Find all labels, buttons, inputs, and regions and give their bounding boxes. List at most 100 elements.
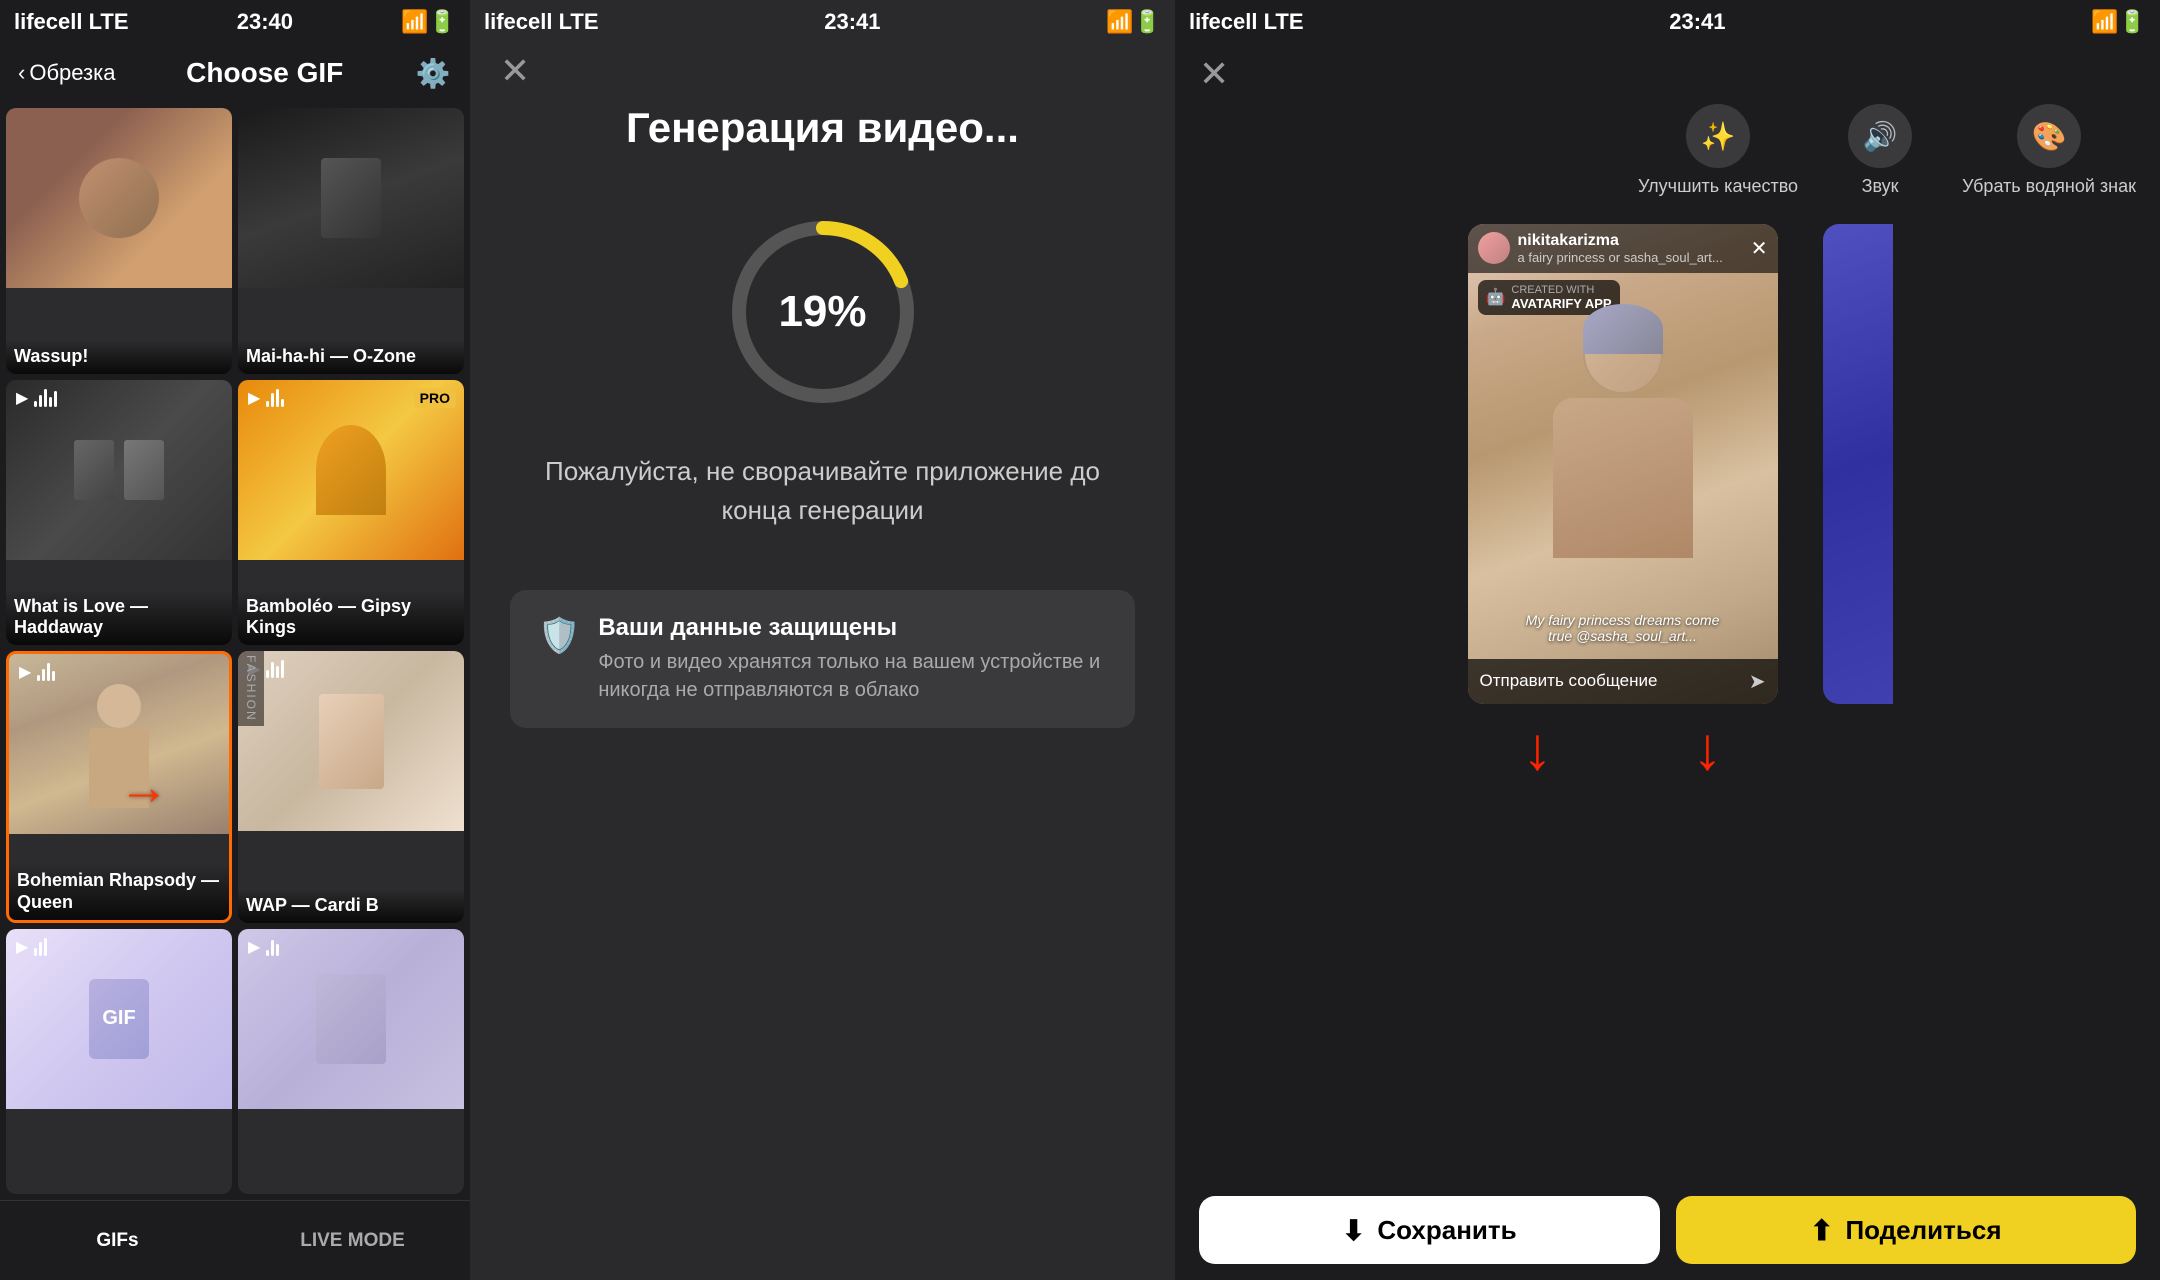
gif-label-bohemian: Bohemian Rhapsody — Queen bbox=[9, 864, 229, 919]
send-message-text: Отправить сообщение bbox=[1480, 671, 1658, 691]
carrier-1: lifecell LTE bbox=[14, 9, 129, 35]
sound-icon: 🔊 bbox=[1848, 104, 1912, 168]
video-top-overlay: nikitakarizma a fairy princess or sasha_… bbox=[1468, 224, 1778, 273]
carrier-2: lifecell LTE bbox=[484, 9, 599, 35]
username: nikitakarizma bbox=[1518, 232, 1723, 250]
video-card-partial bbox=[1823, 224, 1893, 704]
status-bar-3: lifecell LTE 23:41 📶🔋 bbox=[1175, 0, 2160, 44]
waveform-icon-6 bbox=[266, 938, 279, 956]
panel-generation: lifecell LTE 23:41 📶🔋 ✕ Генерация видео.… bbox=[470, 0, 1175, 1280]
gif-item-gifs[interactable]: GIF ▶ bbox=[6, 929, 232, 1195]
back-label: Обрезка bbox=[29, 60, 115, 86]
security-body: Фото и видео хранятся только на вашем ус… bbox=[598, 648, 1107, 704]
status-bar-1: lifecell LTE 23:40 📶🔋 bbox=[0, 0, 470, 44]
gif-label-maihahi: Mai-ha-hi — O-Zone bbox=[238, 340, 464, 374]
save-button[interactable]: ⬇ Сохранить bbox=[1199, 1196, 1660, 1264]
progress-percent: 19% bbox=[778, 287, 866, 337]
gif-item-livemode[interactable]: ▶ bbox=[238, 929, 464, 1195]
progress-ring: 19% bbox=[723, 212, 923, 412]
gif-item-whatlove[interactable]: ▶ What is Love — Haddaway bbox=[6, 380, 232, 646]
status-bar-2: lifecell LTE 23:41 📶🔋 bbox=[470, 0, 1175, 44]
security-card: 🛡️ Ваши данные защищены Фото и видео хра… bbox=[510, 590, 1135, 728]
panel-result: lifecell LTE 23:41 📶🔋 ✕ ✨ Улучшить качес… bbox=[1175, 0, 2160, 1280]
gif-thumb-wassup bbox=[6, 108, 232, 288]
bottom-action-bar: ⬇ Сохранить ⬆ Поделиться bbox=[1175, 1180, 2160, 1280]
save-icon: ⬇ bbox=[1342, 1214, 1365, 1247]
play-icon-gifs: ▶ bbox=[16, 937, 47, 957]
settings-button[interactable]: ⚙️ bbox=[414, 54, 452, 92]
battery-icons-1: 📶🔋 bbox=[401, 9, 456, 35]
close-button-2[interactable]: ✕ bbox=[500, 50, 530, 92]
video-card-main[interactable]: nikitakarizma a fairy princess or sasha_… bbox=[1468, 224, 1778, 704]
share-icon: ⬆ bbox=[1810, 1214, 1833, 1247]
tab-livemode[interactable]: LIVE MODE bbox=[235, 1201, 470, 1280]
gif-label-wap: WAP — Cardi B bbox=[238, 889, 464, 923]
security-text: Ваши данные защищены Фото и видео хранят… bbox=[598, 614, 1107, 704]
security-title: Ваши данные защищены bbox=[598, 614, 1107, 642]
username-subtitle: a fairy princess or sasha_soul_art... bbox=[1518, 250, 1723, 265]
bottom-tab-bar: GIFs LIVE MODE bbox=[0, 1200, 470, 1280]
play-icon-bohemian: ▶ bbox=[19, 662, 55, 682]
gif-label-whatlove: What is Love — Haddaway bbox=[6, 590, 232, 645]
gif-grid: Wassup! Mai-ha-hi — O-Zone bbox=[0, 102, 470, 1200]
video-text-overlay: My fairy princess dreams cometrue @sasha… bbox=[1478, 612, 1768, 644]
enhance-label: Улучшить качество bbox=[1638, 176, 1798, 198]
gif-item-bohemian[interactable]: ▶ → Bohemian Rhapsody — Queen bbox=[6, 651, 232, 923]
play-icon-bamboleo: ▶ bbox=[248, 388, 284, 408]
pro-badge: PRO bbox=[414, 388, 456, 408]
arrows-container: ↓ ↓ bbox=[1443, 714, 1803, 783]
waveform-icon-5 bbox=[34, 938, 47, 956]
shield-icon: 🛡️ bbox=[538, 616, 580, 656]
sound-button[interactable]: 🔊 Звук bbox=[1848, 104, 1912, 198]
fashion-badge-wap: FASHION bbox=[238, 651, 264, 726]
chevron-left-icon: ‹ bbox=[18, 60, 25, 86]
send-message-bar[interactable]: Отправить сообщение ➤ bbox=[1468, 659, 1778, 704]
gif-thumb-maihahi bbox=[238, 108, 464, 288]
video-content: nikitakarizma a fairy princess or sasha_… bbox=[1468, 224, 1778, 704]
play-icon-livemode: ▶ bbox=[248, 937, 279, 957]
share-button[interactable]: ⬆ Поделиться bbox=[1676, 1196, 2137, 1264]
video-user-info: nikitakarizma a fairy princess or sasha_… bbox=[1478, 232, 1723, 265]
carrier-3: lifecell LTE bbox=[1189, 9, 1304, 35]
close-button-3[interactable]: ✕ bbox=[1199, 53, 1229, 95]
action-buttons-row: ✨ Улучшить качество 🔊 Звук 🎨 Убрать водя… bbox=[1175, 104, 2160, 214]
time-3: 23:41 bbox=[1669, 9, 1725, 35]
gif-item-wap[interactable]: ▶ FASHION WAP — Cardi B bbox=[238, 651, 464, 923]
panel3-top-bar: ✕ bbox=[1175, 44, 2160, 104]
waveform-icon bbox=[34, 389, 57, 407]
arrow-left: ↓ bbox=[1523, 714, 1553, 783]
tab-gifs[interactable]: GIFs bbox=[0, 1201, 235, 1280]
generation-title: Генерация видео... bbox=[510, 104, 1135, 152]
back-button[interactable]: ‹ Обрезка bbox=[18, 60, 115, 86]
video-close-icon[interactable]: ✕ bbox=[1751, 236, 1768, 261]
page-title-1: Choose GIF bbox=[186, 57, 343, 89]
arrow-right: ↓ bbox=[1693, 714, 1723, 783]
gif-item-bamboleo[interactable]: ▶ PRO Bamboléo — Gipsy Kings bbox=[238, 380, 464, 646]
nav-bar-1: ‹ Обрезка Choose GIF ⚙️ bbox=[0, 44, 470, 102]
gif-item-wassup[interactable]: Wassup! bbox=[6, 108, 232, 374]
play-icon-whatlove: ▶ bbox=[16, 388, 57, 408]
gif-label-bamboleo: Bamboléo — Gipsy Kings bbox=[238, 590, 464, 645]
enhance-icon: ✨ bbox=[1686, 104, 1750, 168]
enhance-quality-button[interactable]: ✨ Улучшить качество bbox=[1638, 104, 1798, 198]
badge-line1: CREATED WITH bbox=[1511, 284, 1611, 296]
waveform-icon-4 bbox=[266, 660, 284, 678]
watermark-label: Убрать водяной знак bbox=[1962, 176, 2136, 198]
gif-item-maihahi[interactable]: Mai-ha-hi — O-Zone bbox=[238, 108, 464, 374]
send-icon: ➤ bbox=[1749, 669, 1766, 694]
battery-icons-2: 📶🔋 bbox=[1106, 9, 1161, 35]
video-preview-area: nikitakarizma a fairy princess or sasha_… bbox=[1175, 214, 2160, 1180]
avatarify-icon: 🤖 bbox=[1486, 287, 1506, 307]
generation-title-container: Генерация видео... bbox=[470, 104, 1175, 152]
panel-choose-gif: lifecell LTE 23:40 📶🔋 ‹ Обрезка Choose G… bbox=[0, 0, 470, 1280]
progress-message: Пожалуйста, не сворачивайте приложение д… bbox=[470, 452, 1175, 530]
waveform-icon-3 bbox=[37, 663, 55, 681]
save-label: Сохранить bbox=[1377, 1215, 1516, 1246]
remove-watermark-button[interactable]: 🎨 Убрать водяной знак bbox=[1962, 104, 2136, 198]
battery-icons-3: 📶🔋 bbox=[2091, 9, 2146, 35]
time-1: 23:40 bbox=[237, 9, 293, 35]
sound-label: Звук bbox=[1862, 176, 1899, 198]
waveform-icon-2 bbox=[266, 389, 284, 407]
user-details: nikitakarizma a fairy princess or sasha_… bbox=[1518, 232, 1723, 265]
time-2: 23:41 bbox=[824, 9, 880, 35]
